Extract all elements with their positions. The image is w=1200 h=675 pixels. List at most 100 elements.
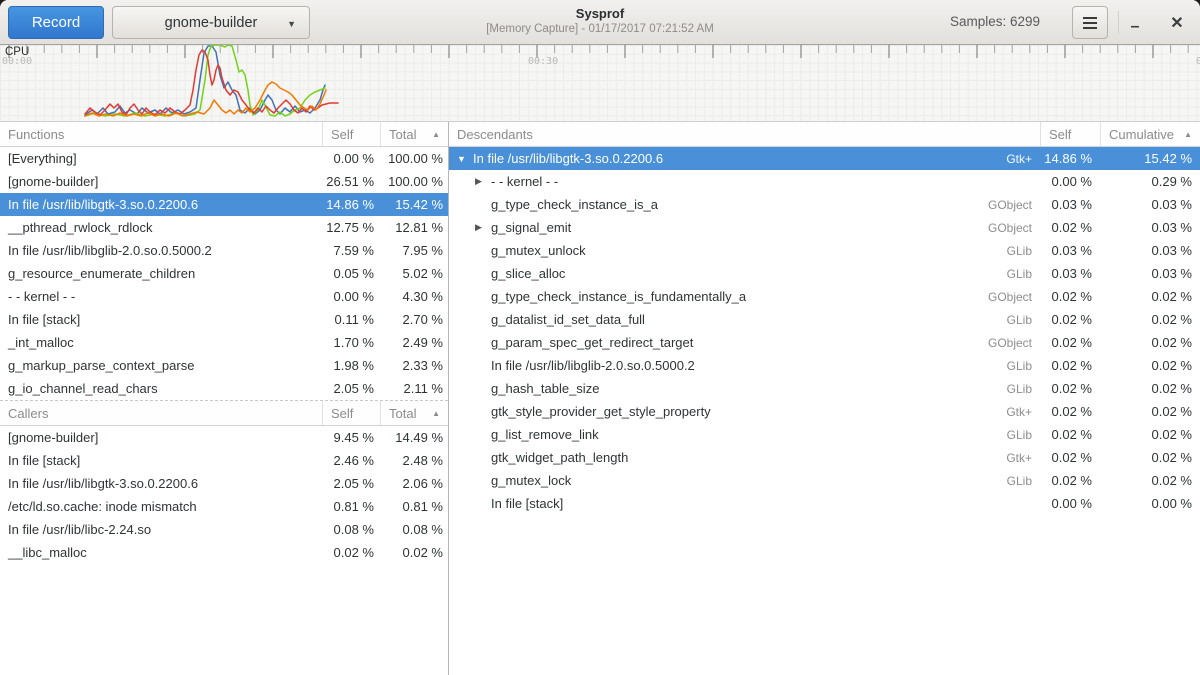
row-name: [gnome-builder] <box>0 426 322 449</box>
column-header-self[interactable]: Self <box>322 401 380 425</box>
library-tag: GObject <box>978 336 1032 350</box>
row-self-value: 0.05 % <box>322 262 380 285</box>
column-header-self[interactable]: Self <box>1040 122 1100 146</box>
table-row[interactable]: [gnome-builder]26.51 %100.00 % <box>0 170 448 193</box>
row-cumulative-value: 0.03 % <box>1100 262 1200 285</box>
table-row[interactable]: g_mutex_lockGLib0.02 %0.02 % <box>449 469 1200 492</box>
table-row[interactable]: In file /usr/lib/libglib-2.0.so.0.5000.2… <box>0 239 448 262</box>
table-row[interactable]: g_type_check_instance_is_aGObject0.03 %0… <box>449 193 1200 216</box>
row-name: In file /usr/lib/libglib-2.0.so.0.5000.2 <box>491 358 695 373</box>
table-row[interactable]: __pthread_rwlock_rdlock12.75 %12.81 % <box>0 216 448 239</box>
column-header-descendants[interactable]: Descendants <box>449 122 1040 146</box>
table-row[interactable]: __libc_malloc0.02 %0.02 % <box>0 541 448 564</box>
row-self-value: 1.98 % <box>322 354 380 377</box>
column-header-total[interactable]: Total ▲ <box>380 401 448 425</box>
column-header-self[interactable]: Self <box>322 122 380 146</box>
expander-closed-icon[interactable]: ▶ <box>475 222 491 233</box>
row-cumulative-value: 0.02 % <box>1100 400 1200 423</box>
row-name: g_datalist_id_set_data_full <box>491 312 645 327</box>
row-name: g_param_spec_get_redirect_target <box>491 335 693 350</box>
library-tag: GLib <box>997 382 1032 396</box>
expander-closed-icon[interactable]: ▶ <box>475 176 491 187</box>
table-row[interactable]: In file [stack]2.46 %2.48 % <box>0 449 448 472</box>
table-row[interactable]: In file [stack]0.11 %2.70 % <box>0 308 448 331</box>
column-header-callers[interactable]: Callers <box>0 401 322 425</box>
time-label: 0 <box>1196 56 1200 67</box>
table-row[interactable]: [gnome-builder]9.45 %14.49 % <box>0 426 448 449</box>
row-self-value: 0.03 % <box>1040 262 1100 285</box>
row-name: g_mutex_unlock <box>491 243 586 258</box>
table-row[interactable]: g_io_channel_read_chars2.05 %2.11 % <box>0 377 448 400</box>
menu-button[interactable] <box>1072 6 1108 39</box>
row-self-value: 0.03 % <box>1040 239 1100 262</box>
row-cumulative-value: 0.03 % <box>1100 239 1200 262</box>
row-self-value: 0.00 % <box>322 285 380 308</box>
row-name: __pthread_rwlock_rdlock <box>0 216 322 239</box>
table-row[interactable]: ▼In file /usr/lib/libgtk-3.so.0.2200.6Gt… <box>449 147 1200 170</box>
row-name: gtk_style_provider_get_style_property <box>491 404 711 419</box>
row-self-value: 1.70 % <box>322 331 380 354</box>
row-name: g_type_check_instance_is_a <box>491 197 658 212</box>
table-row[interactable]: _int_malloc1.70 %2.49 % <box>0 331 448 354</box>
process-selector-dropdown[interactable]: gnome-builder ▼ <box>112 6 310 39</box>
table-row[interactable]: g_mutex_unlockGLib0.03 %0.03 % <box>449 239 1200 262</box>
row-self-value: 12.75 % <box>322 216 380 239</box>
table-row[interactable]: - - kernel - -0.00 %4.30 % <box>0 285 448 308</box>
row-self-value: 0.08 % <box>322 518 380 541</box>
close-button[interactable]: ✕ <box>1163 9 1191 37</box>
row-name: - - kernel - - <box>491 174 558 189</box>
row-total-value: 2.06 % <box>380 472 448 495</box>
row-self-value: 0.02 % <box>1040 400 1100 423</box>
table-row[interactable]: g_markup_parse_context_parse1.98 %2.33 % <box>0 354 448 377</box>
column-header-total[interactable]: Total ▲ <box>380 122 448 146</box>
minimize-button[interactable]: – <box>1121 9 1149 37</box>
table-row[interactable]: In file /usr/lib/libc-2.24.so0.08 %0.08 … <box>0 518 448 541</box>
row-self-value: 0.03 % <box>1040 193 1100 216</box>
cpu-graph-canvas <box>0 45 1200 121</box>
headerbar-separator <box>1118 11 1119 34</box>
table-row[interactable]: ▶g_signal_emitGObject0.02 %0.03 % <box>449 216 1200 239</box>
row-self-value: 0.02 % <box>1040 377 1100 400</box>
row-total-value: 15.42 % <box>380 193 448 216</box>
row-self-value: 14.86 % <box>1040 147 1100 170</box>
table-row[interactable]: g_datalist_id_set_data_fullGLib0.02 %0.0… <box>449 308 1200 331</box>
row-name: g_markup_parse_context_parse <box>0 354 322 377</box>
row-total-value: 0.02 % <box>380 541 448 564</box>
row-cumulative-value: 0.02 % <box>1100 423 1200 446</box>
table-row[interactable]: g_hash_table_sizeGLib0.02 %0.02 % <box>449 377 1200 400</box>
library-tag: GLib <box>997 359 1032 373</box>
table-row[interactable]: g_list_remove_linkGLib0.02 %0.02 % <box>449 423 1200 446</box>
row-name: In file /usr/lib/libgtk-3.so.0.2200.6 <box>0 472 322 495</box>
table-row[interactable]: g_slice_allocGLib0.03 %0.03 % <box>449 262 1200 285</box>
table-row[interactable]: In file /usr/lib/libglib-2.0.so.0.5000.2… <box>449 354 1200 377</box>
cpu-graph[interactable]: CPU 00:0000:300 <box>0 45 1200 122</box>
column-header-functions[interactable]: Functions <box>0 122 322 146</box>
table-row[interactable]: In file /usr/lib/libgtk-3.so.0.2200.6 2.0… <box>0 472 448 495</box>
table-row[interactable]: In file /usr/lib/libgtk-3.so.0.2200.614.… <box>0 193 448 216</box>
callers-table: Callers Self Total ▲ [gnome-builder]9.45… <box>0 400 448 564</box>
row-total-value: 14.49 % <box>380 426 448 449</box>
table-row[interactable]: gtk_widget_path_lengthGtk+0.02 %0.02 % <box>449 446 1200 469</box>
row-self-value: 2.05 % <box>322 377 380 400</box>
sort-ascending-icon: ▲ <box>426 409 440 418</box>
table-row[interactable]: [Everything]0.00 %100.00 % <box>0 147 448 170</box>
functions-table-header: Functions Self Total ▲ <box>0 122 448 147</box>
column-header-cumulative[interactable]: Cumulative ▲ <box>1100 122 1200 146</box>
row-name: - - kernel - - <box>0 285 322 308</box>
right-pane: Descendants Self Cumulative ▲ ▼In file /… <box>449 122 1200 675</box>
table-row[interactable]: In file [stack]0.00 %0.00 % <box>449 492 1200 515</box>
row-name: In file [stack] <box>0 308 322 331</box>
table-row[interactable]: g_param_spec_get_redirect_targetGObject0… <box>449 331 1200 354</box>
library-tag: GObject <box>978 198 1032 212</box>
library-tag: Gtk+ <box>996 152 1032 166</box>
row-name: g_list_remove_link <box>491 427 599 442</box>
table-row[interactable]: ▶- - kernel - -0.00 %0.29 % <box>449 170 1200 193</box>
table-row[interactable]: gtk_style_provider_get_style_propertyGtk… <box>449 400 1200 423</box>
table-row[interactable]: g_resource_enumerate_children0.05 %5.02 … <box>0 262 448 285</box>
library-tag: GLib <box>997 428 1032 442</box>
expander-open-icon[interactable]: ▼ <box>457 154 473 164</box>
table-row[interactable]: g_type_check_instance_is_fundamentally_a… <box>449 285 1200 308</box>
table-row[interactable]: /etc/ld.so.cache: inode mismatch0.81 %0.… <box>0 495 448 518</box>
record-button[interactable]: Record <box>8 6 104 39</box>
row-total-value: 2.49 % <box>380 331 448 354</box>
